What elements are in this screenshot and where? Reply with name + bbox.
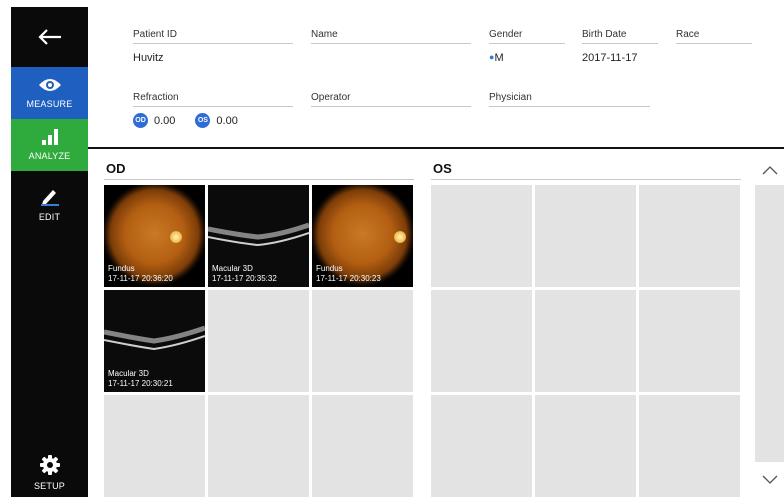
name-field[interactable]: Name bbox=[311, 29, 471, 66]
sidebar-item-label: SETUP bbox=[33, 480, 65, 491]
exam-type: Macular 3D bbox=[212, 264, 253, 273]
pen-icon bbox=[40, 190, 59, 206]
sidebar-item-analyze[interactable]: ANALYZE bbox=[11, 119, 88, 171]
physician-field[interactable]: Physician bbox=[489, 92, 650, 129]
exam-caption: Macular 3D 17-11-17 20:35:32 bbox=[212, 264, 277, 284]
empty-slot bbox=[535, 185, 636, 287]
race-label: Race bbox=[676, 29, 752, 44]
exam-type: Fundus bbox=[316, 264, 343, 273]
exam-thumbnail[interactable]: Macular 3D 17-11-17 20:30:21 bbox=[104, 290, 205, 392]
race-field[interactable]: Race bbox=[676, 29, 752, 66]
os-badge-icon: OS bbox=[195, 113, 211, 128]
os-panel-rule bbox=[431, 179, 741, 180]
exam-datetime: 17-11-17 20:35:32 bbox=[212, 274, 277, 283]
od-panel-title: OD bbox=[106, 161, 126, 176]
empty-slot bbox=[639, 395, 740, 497]
sidebar-item-measure[interactable]: MEASURE bbox=[11, 67, 88, 119]
gender-value-row: ●M bbox=[489, 52, 565, 66]
exam-type: Macular 3D bbox=[108, 369, 149, 378]
sidebar-item-label: EDIT bbox=[38, 212, 61, 222]
sidebar-item-label: MEASURE bbox=[26, 99, 73, 109]
name-label: Name bbox=[311, 29, 471, 44]
exam-datetime: 17-11-17 20:36:20 bbox=[108, 274, 173, 283]
app-window: MEASURE ANALYZE EDIT SETUP Patient ID Hu… bbox=[0, 0, 784, 497]
gender-field[interactable]: Gender ●M bbox=[489, 29, 565, 66]
chevron-up-icon bbox=[762, 166, 777, 175]
birth-date-label: Birth Date bbox=[582, 29, 658, 44]
refraction-values: OD 0.00 OS 0.00 bbox=[133, 113, 293, 128]
operator-label: Operator bbox=[311, 92, 471, 107]
back-button[interactable] bbox=[11, 7, 88, 67]
chevron-down-icon bbox=[762, 475, 777, 484]
gender-value: M bbox=[494, 52, 504, 64]
empty-slot bbox=[431, 185, 532, 287]
exam-caption: Fundus 17-11-17 20:30:23 bbox=[316, 264, 381, 284]
exam-thumbnail[interactable]: Macular 3D 17-11-17 20:35:32 bbox=[208, 185, 309, 287]
empty-slot bbox=[312, 290, 413, 392]
exam-caption: Fundus 17-11-17 20:36:20 bbox=[108, 264, 173, 284]
scroll-down-button[interactable] bbox=[755, 465, 784, 495]
patient-id-label: Patient ID bbox=[133, 29, 293, 44]
bar-chart-icon bbox=[41, 129, 58, 145]
exam-type: Fundus bbox=[108, 264, 135, 273]
scroll-track[interactable] bbox=[755, 185, 784, 462]
physician-label: Physician bbox=[489, 92, 650, 107]
exam-thumbnail[interactable]: Fundus 17-11-17 20:36:20 bbox=[104, 185, 205, 287]
patient-id-value: Huvitz bbox=[133, 52, 164, 64]
sidebar-item-edit[interactable]: EDIT bbox=[11, 179, 88, 231]
birth-date-value: 2017-11-17 bbox=[582, 52, 638, 64]
optic-disc bbox=[170, 231, 182, 243]
empty-slot bbox=[639, 290, 740, 392]
empty-slot bbox=[312, 395, 413, 497]
birth-date-field[interactable]: Birth Date 2017-11-17 bbox=[582, 29, 658, 66]
empty-slot bbox=[431, 395, 532, 497]
exam-datetime: 17-11-17 20:30:21 bbox=[108, 379, 173, 388]
header-divider bbox=[88, 147, 784, 149]
sidebar-item-label: ANALYZE bbox=[28, 151, 71, 161]
exam-caption: Macular 3D 17-11-17 20:30:21 bbox=[108, 369, 173, 389]
os-panel-title: OS bbox=[433, 161, 452, 176]
od-badge-icon: OD bbox=[133, 113, 148, 128]
os-refraction-value: 0.00 bbox=[216, 114, 238, 127]
empty-slot bbox=[639, 185, 740, 287]
empty-slot bbox=[208, 395, 309, 497]
physician-value bbox=[489, 115, 650, 129]
exam-thumbnail[interactable]: Fundus 17-11-17 20:30:23 bbox=[312, 185, 413, 287]
race-value bbox=[676, 52, 752, 66]
refraction-field: Refraction OD 0.00 OS 0.00 bbox=[133, 92, 293, 128]
sidebar-item-setup[interactable]: SETUP bbox=[11, 448, 88, 497]
empty-slot bbox=[431, 290, 532, 392]
od-refraction-value: 0.00 bbox=[154, 114, 176, 127]
empty-slot bbox=[535, 290, 636, 392]
refraction-label: Refraction bbox=[133, 92, 293, 107]
arrow-left-icon bbox=[37, 29, 61, 45]
operator-field[interactable]: Operator bbox=[311, 92, 471, 129]
gear-icon bbox=[39, 454, 60, 475]
exam-datetime: 17-11-17 20:30:23 bbox=[316, 274, 381, 283]
scroll-up-button[interactable] bbox=[755, 155, 784, 185]
empty-slot bbox=[535, 395, 636, 497]
sidebar: MEASURE ANALYZE EDIT SETUP bbox=[11, 7, 88, 497]
gender-label: Gender bbox=[489, 29, 565, 44]
od-panel-rule bbox=[104, 179, 414, 180]
name-value bbox=[311, 52, 471, 66]
patient-info-header: Patient ID Huvitz Name Gender ●M Birth D… bbox=[88, 0, 784, 148]
optic-disc bbox=[394, 231, 406, 243]
empty-slot bbox=[208, 290, 309, 392]
eye-icon bbox=[38, 79, 61, 91]
operator-value bbox=[311, 115, 471, 129]
empty-slot bbox=[104, 395, 205, 497]
patient-id-field[interactable]: Patient ID Huvitz bbox=[133, 29, 293, 66]
